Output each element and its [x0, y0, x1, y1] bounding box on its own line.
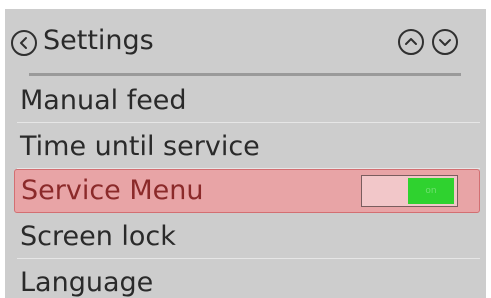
menu-item-language[interactable]: Language	[5, 261, 486, 298]
menu-item-label: Screen lock	[20, 221, 176, 252]
menu-item-label: Time until service	[20, 131, 260, 162]
toggle-knob: on	[408, 178, 454, 204]
page-title: Settings	[43, 25, 154, 56]
menu-item-manual-feed[interactable]: Manual feed	[5, 79, 486, 124]
menu-item-label: Manual feed	[20, 85, 187, 116]
settings-screen: Settings Manual feed Time until service …	[5, 9, 486, 298]
service-menu-toggle[interactable]: on	[361, 175, 458, 207]
chevron-down-icon	[439, 39, 451, 46]
scroll-up-button[interactable]	[398, 29, 424, 55]
menu-item-time-until-service[interactable]: Time until service	[5, 125, 486, 170]
chevron-up-icon	[405, 38, 417, 45]
menu-item-screen-lock[interactable]: Screen lock	[5, 215, 486, 260]
header-divider	[29, 73, 461, 76]
chevron-left-icon	[20, 37, 27, 49]
menu-item-label: Language	[20, 267, 154, 298]
row-divider	[17, 122, 480, 123]
row-divider	[17, 258, 480, 259]
menu-item-label: Service Menu	[21, 175, 204, 206]
back-button[interactable]	[11, 30, 37, 56]
menu-item-service-menu[interactable]: Service Menu on	[14, 169, 480, 213]
header: Settings	[5, 9, 486, 71]
scroll-down-button[interactable]	[432, 29, 458, 55]
